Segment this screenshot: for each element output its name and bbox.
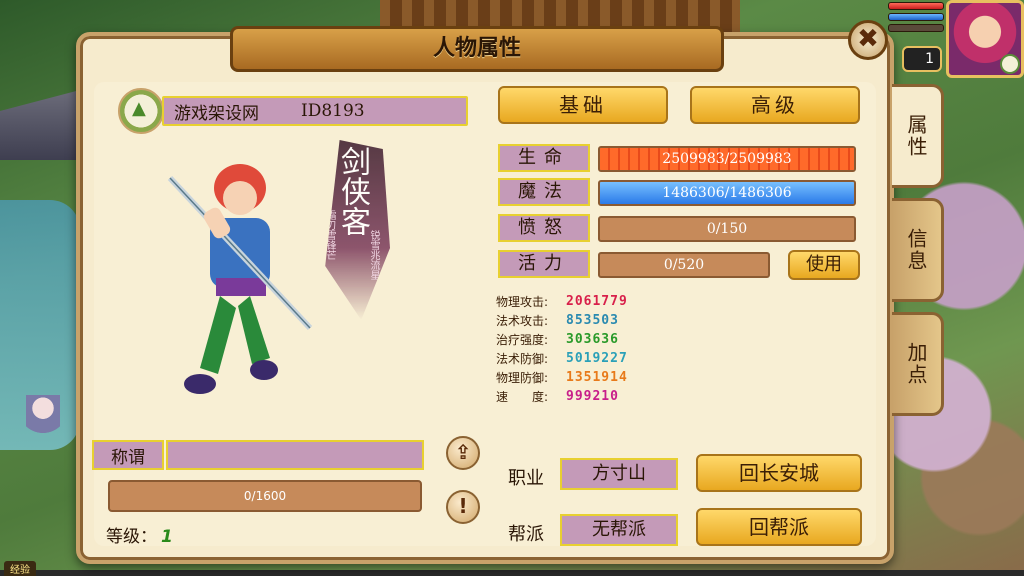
player-hp-bar: [888, 2, 944, 10]
attr-value: 853503: [566, 313, 619, 328]
exp-strip-label: 经验: [4, 561, 36, 576]
attr-physical-defense: 物理防御: 1351914: [496, 368, 696, 387]
attr-magic-attack: 法术攻击: 853503: [496, 311, 696, 330]
attr-value: 5019227: [566, 351, 628, 366]
hp-bar: 2509983/2509983: [598, 146, 856, 172]
hint-button[interactable]: !: [446, 490, 480, 524]
character-illustration: [167, 164, 313, 394]
player-rage-bar: [888, 24, 944, 32]
class-tagline-2: 锐雪兆流星: [368, 230, 379, 280]
hp-value: 2509983/2509983: [662, 151, 792, 167]
attr-magic-defense: 法术防御: 5019227: [496, 349, 696, 368]
class-name-text: 剑侠客: [335, 146, 370, 236]
title-label: 称谓: [92, 440, 164, 470]
attr-physical-attack: 物理攻击: 2061779: [496, 292, 696, 311]
close-button[interactable]: ✖: [848, 20, 888, 60]
npc-sprite[interactable]: [26, 395, 60, 439]
school-emblem-icon: [118, 88, 164, 134]
player-bars: [888, 2, 944, 35]
mp-bar: 1486306/1486306: [598, 180, 856, 206]
attr-key: 速 度:: [496, 390, 549, 404]
attr-speed: 速 度: 999210: [496, 387, 696, 406]
tab-basic[interactable]: 基础: [498, 86, 668, 124]
panel-title: 人物属性: [230, 26, 724, 72]
tab-advanced[interactable]: 高级: [690, 86, 860, 124]
attr-key: 物理攻击:: [496, 295, 549, 309]
vitality-bar: 0/520: [598, 252, 770, 278]
career-value: 方寸山: [560, 458, 678, 490]
upload-icon: ⇪: [454, 440, 472, 464]
attr-healing-power: 治疗强度: 303636: [496, 330, 696, 349]
vitality-value: 0/520: [663, 257, 705, 273]
rage-value: 0/150: [706, 221, 748, 237]
attr-key: 法术攻击:: [496, 314, 549, 328]
rage-bar: 0/150: [598, 216, 856, 242]
attr-key: 物理防御:: [496, 371, 549, 385]
experience-bar: 0/1600: [108, 480, 422, 512]
attribute-list: 物理攻击: 2061779 法术攻击: 853503 治疗强度: 303636 法术防…: [496, 292, 696, 406]
pagoda-roof-scenery: [0, 90, 80, 160]
career-label: 职业: [508, 468, 544, 489]
use-button[interactable]: 使用: [788, 250, 860, 280]
school-badge-icon: [1000, 54, 1020, 74]
guild-label: 帮派: [508, 524, 544, 545]
upload-button[interactable]: ⇪: [446, 436, 480, 470]
stat-label: 魔法: [498, 178, 590, 206]
name-bar: 游戏架设网 ID8193: [162, 96, 468, 126]
attr-key: 治疗强度:: [496, 333, 549, 347]
attr-value: 999210: [566, 389, 619, 404]
name-plate: 游戏架设网 ID8193: [118, 88, 468, 134]
tab-info-label: 信息: [904, 228, 928, 272]
tab-add-points-label: 加点: [904, 342, 928, 386]
close-icon: ✖: [857, 24, 879, 54]
player-level: 1: [902, 46, 942, 72]
return-changan-button[interactable]: 回长安城: [696, 454, 862, 492]
character-name: 游戏架设网: [174, 103, 259, 124]
tab-add-points[interactable]: 加点: [892, 312, 944, 416]
level-display: 等级： 1: [106, 522, 173, 547]
level-value: 1: [161, 527, 173, 547]
character-id: ID8193: [301, 101, 365, 121]
tab-attributes[interactable]: 属性: [892, 84, 944, 188]
stat-label: 活力: [498, 250, 590, 278]
attr-key: 法术防御:: [496, 352, 549, 366]
attr-value: 303636: [566, 332, 619, 347]
mp-value: 1486306/1486306: [662, 185, 792, 201]
guild-value: 无帮派: [560, 514, 678, 546]
level-label: 等级：: [106, 527, 157, 547]
stat-label: 愤怒: [498, 214, 590, 242]
panel-title-text: 人物属性: [432, 36, 521, 61]
exclamation-icon: !: [458, 494, 468, 518]
player-mp-bar: [888, 13, 944, 21]
player-status: 1: [888, 0, 1024, 84]
attr-value: 1351914: [566, 370, 628, 385]
return-guild-button[interactable]: 回帮派: [696, 508, 862, 546]
tab-attributes-label: 属性: [904, 114, 928, 158]
stat-label: 生命: [498, 144, 590, 172]
tab-info[interactable]: 信息: [892, 198, 944, 302]
title-value[interactable]: [166, 440, 424, 470]
exp-strip: [0, 570, 1024, 576]
attr-value: 2061779: [566, 294, 628, 309]
